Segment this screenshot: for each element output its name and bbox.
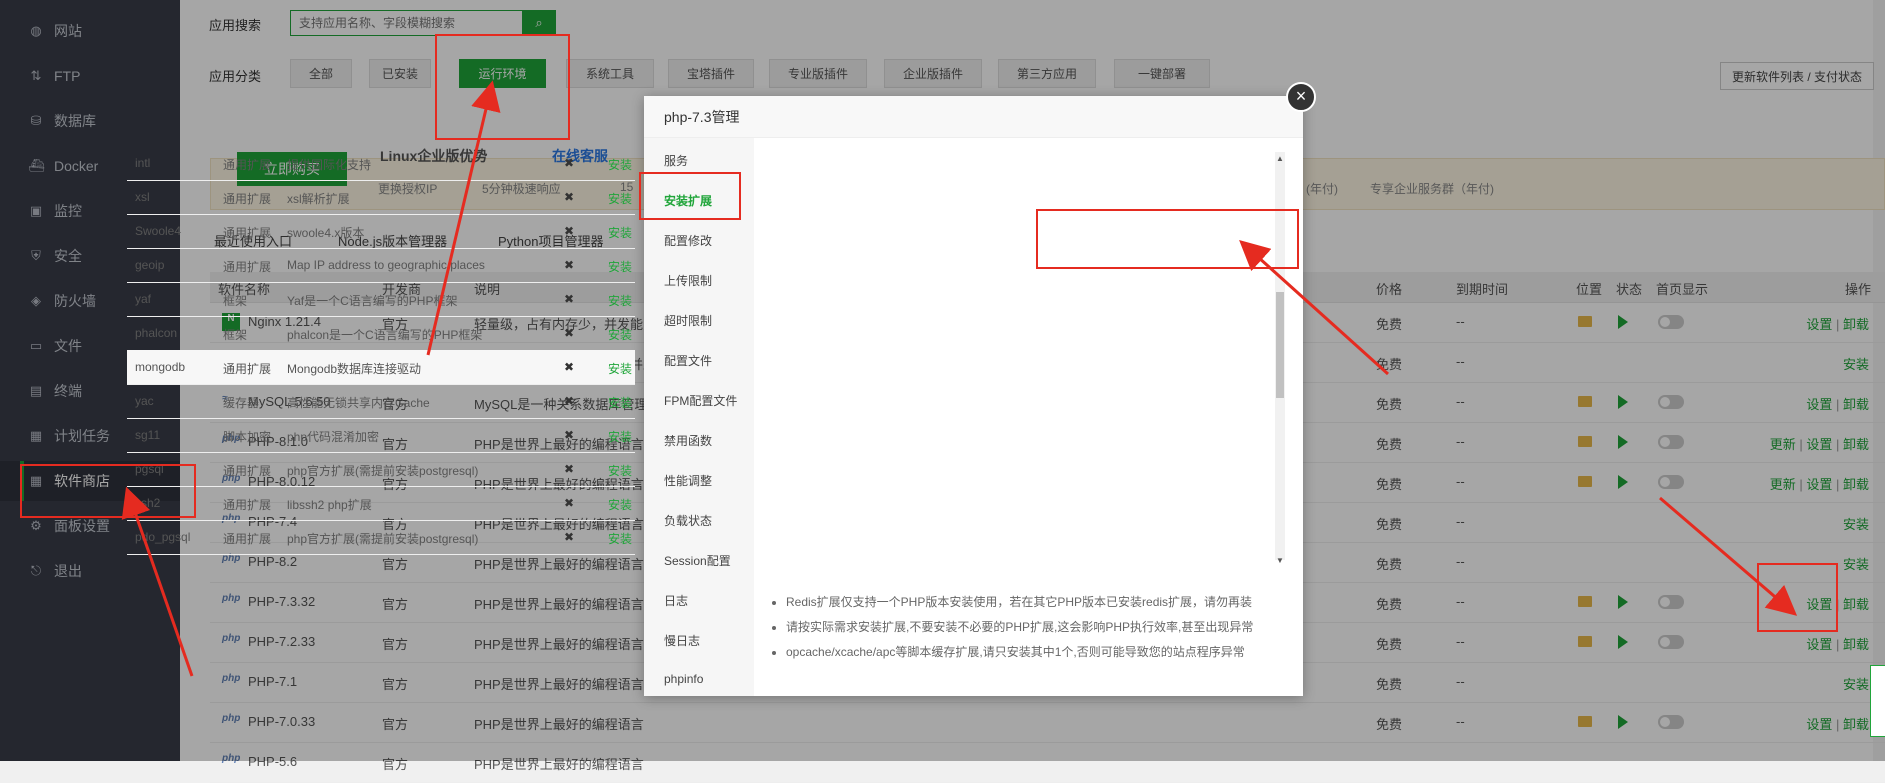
arrow-to-settings <box>1659 496 1798 616</box>
arrow-to-store <box>121 486 194 677</box>
annotation-arrows <box>121 80 1798 677</box>
arrow-to-swoole <box>1239 239 1390 376</box>
arrow-to-runtime <box>426 80 501 356</box>
